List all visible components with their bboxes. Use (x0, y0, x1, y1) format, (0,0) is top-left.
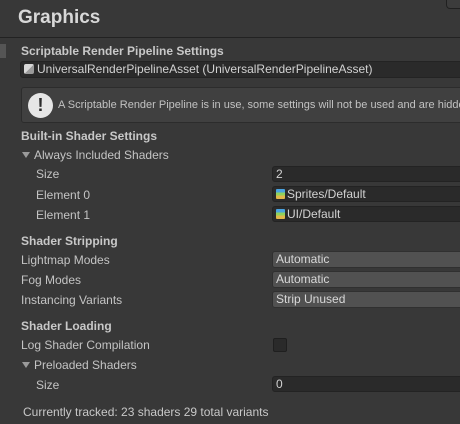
lightmap-modes-dropdown[interactable]: Automatic (272, 251, 460, 268)
lightmap-modes-label: Lightmap Modes (21, 253, 110, 267)
log-shader-compilation-label: Log Shader Compilation (21, 338, 150, 352)
fog-modes-dropdown[interactable]: Automatic (272, 271, 460, 288)
element-1-shader-value: UI/Default (287, 207, 341, 221)
always-included-size-input[interactable]: 2 (272, 166, 460, 182)
shader-asset-icon (276, 209, 285, 219)
element-1-shader-field[interactable]: UI/Default (272, 206, 460, 222)
builtin-shader-settings-header: Built-in Shader Settings (21, 129, 158, 143)
srp-help-text: A Scriptable Render Pipeline is in use, … (58, 99, 460, 111)
render-pipeline-asset-value: UniversalRenderPipelineAsset (UniversalR… (37, 62, 373, 76)
header-divider (0, 37, 460, 38)
fog-modes-label: Fog Modes (21, 273, 82, 287)
element-0-label: Element 0 (36, 188, 91, 202)
element-1-label: Element 1 (36, 208, 91, 222)
shader-stripping-header: Shader Stripping (21, 234, 118, 248)
render-pipeline-asset-field[interactable]: UniversalRenderPipelineAsset (UniversalR… (20, 61, 460, 78)
shader-asset-icon (276, 189, 285, 199)
srp-help-box: ! A Scriptable Render Pipeline is in use… (21, 87, 460, 123)
instancing-variants-dropdown[interactable]: Strip Unused (272, 291, 460, 308)
always-included-size-label: Size (36, 167, 60, 181)
always-included-shaders-label: Always Included Shaders (34, 148, 169, 162)
tracked-shaders-status: Currently tracked: 23 shaders 29 total v… (23, 405, 269, 419)
foldout-arrow-icon[interactable] (22, 152, 30, 158)
pipeline-asset-icon (24, 64, 34, 74)
shader-loading-header: Shader Loading (21, 319, 112, 333)
preloaded-size-input[interactable]: 0 (272, 376, 460, 392)
window-frame-edge (446, 0, 460, 9)
always-included-shaders-foldout[interactable]: Always Included Shaders (22, 148, 169, 162)
instancing-variants-label: Instancing Variants (21, 293, 123, 307)
srp-section-header: Scriptable Render Pipeline Settings (21, 44, 224, 58)
preloaded-shaders-foldout[interactable]: Preloaded Shaders (22, 358, 137, 372)
log-shader-compilation-checkbox[interactable] (273, 338, 287, 352)
element-0-shader-field[interactable]: Sprites/Default (272, 186, 460, 202)
window-title: Graphics (18, 7, 101, 28)
preloaded-size-label: Size (36, 378, 60, 392)
section-gutter-marker (0, 44, 6, 58)
preloaded-shaders-label: Preloaded Shaders (34, 358, 137, 372)
warning-icon: ! (28, 93, 53, 118)
element-0-shader-value: Sprites/Default (287, 187, 366, 201)
foldout-arrow-icon[interactable] (22, 362, 30, 368)
